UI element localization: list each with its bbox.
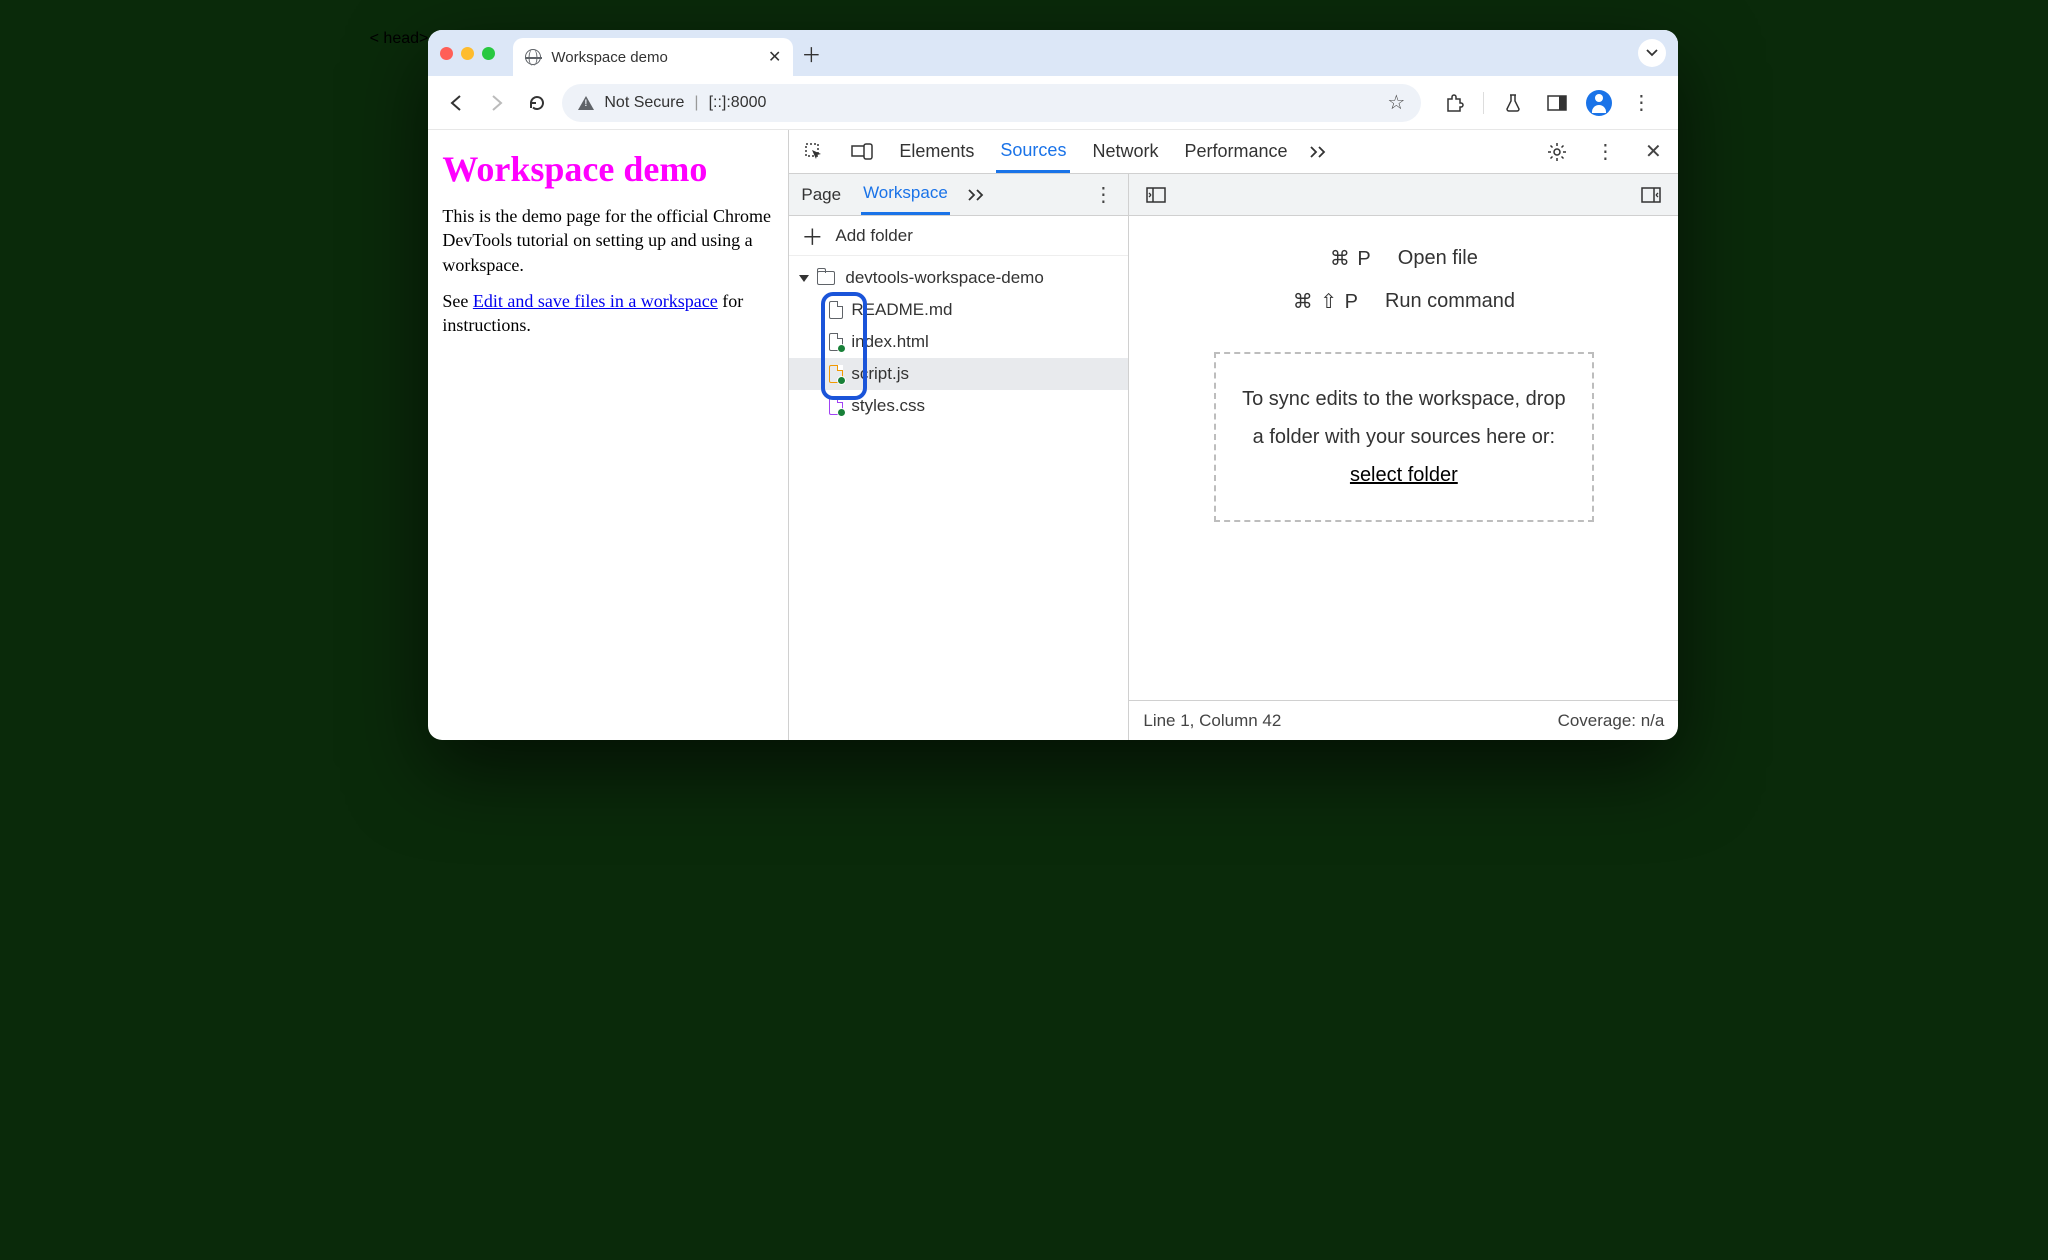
page-paragraph-2: See Edit and save files in a workspace f… (442, 289, 774, 338)
devtools-close-button[interactable]: ✕ (1638, 137, 1668, 167)
content-area: Workspace demo This is the demo page for… (428, 130, 1678, 740)
reload-button[interactable] (522, 88, 552, 118)
page-heading: Workspace demo (442, 148, 774, 190)
panel-toggle-button[interactable] (1542, 88, 1572, 118)
warning-icon (578, 96, 594, 110)
security-label: Not Secure (604, 94, 684, 112)
tab-performance[interactable]: Performance (1180, 141, 1291, 171)
browser-toolbar: Not Secure | [::]:8000 ☆ ⋮ (428, 76, 1678, 130)
browser-tab[interactable]: Workspace demo ✕ (513, 38, 793, 76)
sync-dot-icon (837, 408, 846, 417)
window-controls (440, 47, 495, 60)
tab-network[interactable]: Network (1088, 141, 1162, 171)
workspace-dropzone[interactable]: To sync edits to the workspace, drop a f… (1214, 352, 1594, 522)
sources-navigator: Page Workspace ⋮ ＋ Add folder (789, 174, 1129, 740)
devtools-panel: Elements Sources Network Performance ⋮ ✕ (788, 130, 1678, 740)
coverage-status: Coverage: n/a (1558, 711, 1665, 731)
folder-icon (817, 271, 835, 285)
toolbar-actions: ⋮ (1431, 88, 1664, 118)
subtab-workspace[interactable]: Workspace (861, 183, 950, 215)
tab-sources[interactable]: Sources (996, 140, 1070, 173)
devtools-tabbar: Elements Sources Network Performance ⋮ ✕ (789, 130, 1678, 174)
devtools-body: Page Workspace ⋮ ＋ Add folder (789, 174, 1678, 740)
caret-down-icon (799, 275, 809, 282)
labs-button[interactable] (1498, 88, 1528, 118)
file-icon (829, 397, 843, 415)
instructions-link[interactable]: Edit and save files in a workspace (473, 291, 718, 311)
more-tabs-button[interactable] (1310, 146, 1328, 158)
tab-list-button[interactable] (1638, 39, 1666, 67)
tab-strip: Workspace demo ✕ ＋ (428, 30, 1678, 76)
gear-icon (1547, 142, 1567, 162)
tab-elements[interactable]: Elements (895, 141, 978, 171)
more-subtabs-button[interactable] (968, 189, 986, 201)
chevrons-right-icon (1310, 146, 1328, 158)
profile-button[interactable] (1586, 90, 1612, 116)
sources-editor: ⌘ P Open file ⌘ ⇧ P Run command To sync … (1129, 174, 1678, 740)
url-text: [::]:8000 (709, 94, 767, 112)
sync-dot-icon (837, 376, 846, 385)
hint-run-command: ⌘ ⇧ P Run command (1293, 289, 1515, 314)
show-debugger-button[interactable] (1636, 180, 1666, 210)
globe-icon (525, 49, 541, 65)
navigator-menu-button[interactable]: ⋮ (1088, 180, 1118, 210)
new-tab-button[interactable]: ＋ (793, 35, 829, 71)
extensions-button[interactable] (1439, 88, 1469, 118)
bookmark-star-icon[interactable]: ☆ (1387, 90, 1405, 115)
hint-open-file: ⌘ P Open file (1330, 246, 1478, 271)
back-button[interactable] (442, 88, 472, 118)
tree-file-readme[interactable]: README.md (789, 294, 1128, 326)
show-navigator-button[interactable] (1141, 180, 1171, 210)
rendered-page: Workspace demo This is the demo page for… (428, 130, 788, 740)
tab-title: Workspace demo (551, 49, 667, 66)
select-folder-link[interactable]: select folder (1350, 464, 1458, 486)
tree-file-script[interactable]: script.js (789, 358, 1128, 390)
chevron-down-icon (1646, 49, 1658, 57)
close-tab-button[interactable]: ✕ (768, 47, 781, 67)
file-icon (829, 365, 843, 383)
file-tree: devtools-workspace-demo README.md index.… (789, 256, 1128, 428)
editor-toolbar (1129, 174, 1678, 216)
separator (1483, 92, 1484, 114)
subtab-page[interactable]: Page (799, 185, 843, 214)
sync-dot-icon (837, 344, 846, 353)
browser-window: Workspace demo ✕ ＋ Not Secure | [::]:800… (428, 30, 1678, 740)
tree-folder-root[interactable]: devtools-workspace-demo (789, 262, 1128, 294)
sources-subtabs: Page Workspace ⋮ (789, 174, 1128, 216)
minimize-window-button[interactable] (461, 47, 474, 60)
add-folder-button[interactable]: ＋ Add folder (789, 216, 1128, 256)
cursor-position: Line 1, Column 42 (1143, 711, 1281, 731)
devtools-menu-button[interactable]: ⋮ (1590, 137, 1620, 167)
maximize-window-button[interactable] (482, 47, 495, 60)
editor-statusbar: Line 1, Column 42 Coverage: n/a (1129, 700, 1678, 740)
command-hints: ⌘ P Open file ⌘ ⇧ P Run command To sync … (1129, 216, 1678, 700)
page-paragraph-1: This is the demo page for the official C… (442, 204, 774, 277)
address-bar[interactable]: Not Secure | [::]:8000 ☆ (562, 84, 1421, 122)
device-toolbar-button[interactable] (847, 137, 877, 167)
file-icon (829, 333, 843, 351)
browser-menu-button[interactable]: ⋮ (1626, 88, 1656, 118)
inspect-element-button[interactable] (799, 137, 829, 167)
tree-file-index[interactable]: index.html (789, 326, 1128, 358)
devtools-settings-button[interactable] (1542, 137, 1572, 167)
forward-button[interactable] (482, 88, 512, 118)
tree-file-styles[interactable]: styles.css (789, 390, 1128, 422)
file-icon (829, 301, 843, 319)
close-window-button[interactable] (440, 47, 453, 60)
